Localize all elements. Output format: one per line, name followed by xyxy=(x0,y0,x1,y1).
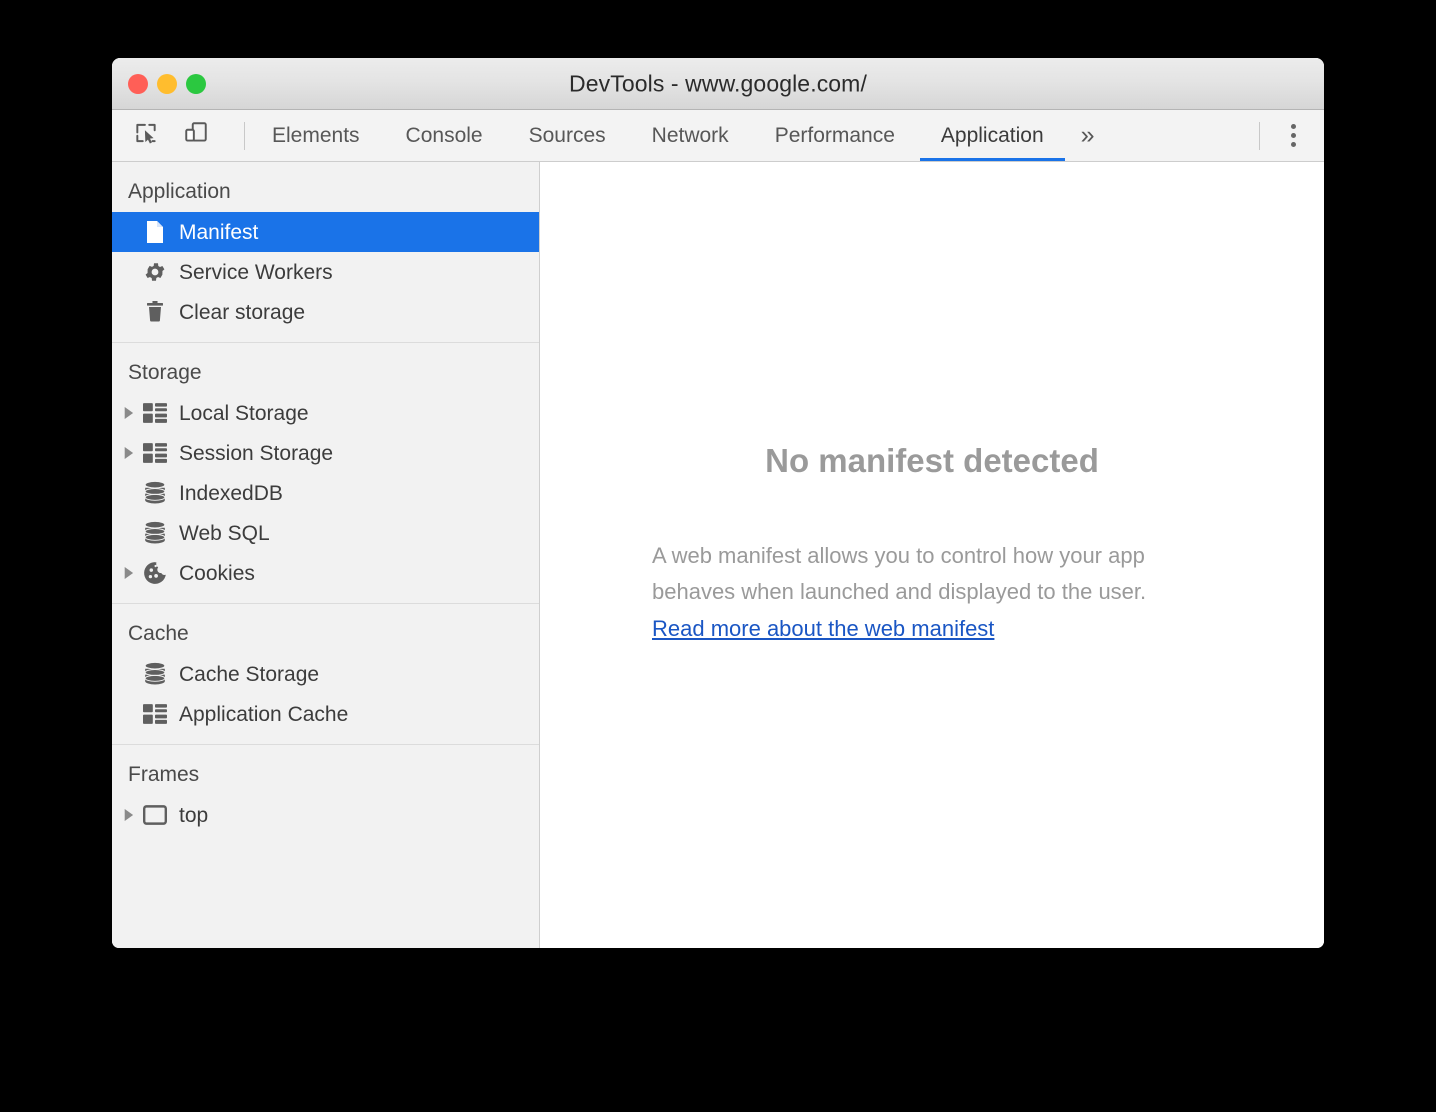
empty-state-link-wrap: Read more about the web manifest xyxy=(652,609,1212,647)
window-title: DevTools - www.google.com/ xyxy=(569,70,867,96)
database-icon xyxy=(142,480,168,506)
sidebar-item-label: Web SQL xyxy=(179,521,270,545)
toolbar-right-divider xyxy=(1259,121,1260,150)
kebab-dot-icon xyxy=(1290,124,1296,129)
more-options-button[interactable] xyxy=(1276,119,1310,153)
sidebar-item-label: top xyxy=(179,803,209,827)
document-icon xyxy=(142,219,168,245)
tab-performance[interactable]: Performance xyxy=(752,110,918,161)
sidebar-item-label: Application Cache xyxy=(179,702,349,726)
tab-elements[interactable]: Elements xyxy=(249,110,383,161)
sidebar-item-session-storage[interactable]: Session Storage xyxy=(112,433,539,473)
table-icon xyxy=(142,701,168,727)
sidebar-item-label: Cookies xyxy=(179,561,255,585)
tab-console[interactable]: Console xyxy=(383,110,506,161)
trash-icon xyxy=(142,299,168,325)
table-icon xyxy=(142,400,168,426)
application-panel: Application Manifest Service Workers Cle… xyxy=(112,162,1324,948)
tab-performance-label: Performance xyxy=(774,123,895,147)
empty-state-description: A web manifest allows you to control how… xyxy=(652,543,1147,604)
toolbar-divider xyxy=(244,121,245,150)
sidebar-item-label: Manifest xyxy=(179,220,259,244)
device-toolbar-button[interactable] xyxy=(178,119,214,153)
sidebar-section-application: Application Manifest Service Workers Cle… xyxy=(112,162,539,342)
sidebar-item-label: Service Workers xyxy=(179,260,333,284)
sidebar-item-indexeddb[interactable]: IndexedDB xyxy=(112,473,539,513)
sidebar-item-cookies[interactable]: Cookies xyxy=(112,553,539,593)
kebab-dot-icon xyxy=(1290,133,1296,138)
expand-triangle-icon[interactable] xyxy=(120,447,138,459)
application-sidebar[interactable]: Application Manifest Service Workers Cle… xyxy=(112,162,540,948)
cookie-icon xyxy=(142,560,168,586)
read-more-link[interactable]: Read more about the web manifest xyxy=(652,611,994,647)
database-icon xyxy=(142,520,168,546)
sidebar-section-title: Application xyxy=(128,180,231,203)
expand-triangle-icon[interactable] xyxy=(120,809,138,821)
device-toolbar-icon xyxy=(183,120,209,151)
sidebar-section-title: Frames xyxy=(128,763,200,786)
manifest-content-pane: No manifest detected A web manifest allo… xyxy=(540,162,1324,948)
tab-network[interactable]: Network xyxy=(629,110,752,161)
tab-elements-label: Elements xyxy=(272,123,360,147)
devtools-window: DevTools - www.google.com/ Elements Cons… xyxy=(112,58,1324,948)
table-icon xyxy=(142,440,168,466)
sidebar-item-service-workers[interactable]: Service Workers xyxy=(112,252,539,292)
inspect-element-icon xyxy=(133,120,159,151)
sidebar-item-label: Clear storage xyxy=(179,300,306,324)
empty-state: No manifest detected A web manifest allo… xyxy=(540,442,1324,647)
database-icon xyxy=(142,661,168,687)
toolbar-right-group xyxy=(1259,110,1324,161)
sidebar-section-storage: Storage Local Storage Session Storage In… xyxy=(112,342,539,603)
sidebar-section-title: Cache xyxy=(128,622,189,645)
sidebar-section-cache: Cache Cache Storage Application Cache xyxy=(112,603,539,744)
sidebar-item-cache-storage[interactable]: Cache Storage xyxy=(112,654,539,694)
toolbar-icon-group xyxy=(112,119,249,153)
expand-triangle-icon[interactable] xyxy=(120,567,138,579)
sidebar-section-frames: Frames top xyxy=(112,744,539,845)
kebab-dot-icon xyxy=(1290,142,1296,147)
sidebar-item-web-sql[interactable]: Web SQL xyxy=(112,513,539,553)
inspect-element-button[interactable] xyxy=(128,119,164,153)
sidebar-item-label: Cache Storage xyxy=(179,662,320,686)
panel-tabs: Elements Console Sources Network Perform… xyxy=(249,110,1109,161)
sidebar-item-local-storage[interactable]: Local Storage xyxy=(112,393,539,433)
chevron-double-right-icon: » xyxy=(1080,121,1095,149)
sidebar-item-label: Session Storage xyxy=(179,441,334,465)
sidebar-item-label: IndexedDB xyxy=(179,481,283,505)
tab-overflow-button[interactable]: » xyxy=(1067,110,1109,161)
tab-sources-label: Sources xyxy=(528,123,606,147)
empty-state-title: No manifest detected xyxy=(765,442,1099,479)
sidebar-item-label: Local Storage xyxy=(179,401,309,425)
tab-network-label: Network xyxy=(651,123,729,147)
devtools-toolbar: Elements Console Sources Network Perform… xyxy=(112,110,1324,162)
tab-console-label: Console xyxy=(405,123,483,147)
sidebar-item-application-cache[interactable]: Application Cache xyxy=(112,694,539,734)
sidebar-item-clear-storage[interactable]: Clear storage xyxy=(112,292,539,332)
title-bar: DevTools - www.google.com/ xyxy=(112,58,1324,110)
sidebar-section-title: Storage xyxy=(128,361,202,384)
tab-application[interactable]: Application xyxy=(918,110,1067,161)
frame-icon xyxy=(142,802,168,828)
tab-sources[interactable]: Sources xyxy=(506,110,629,161)
sidebar-item-top-frame[interactable]: top xyxy=(112,795,539,835)
sidebar-item-manifest[interactable]: Manifest xyxy=(112,212,539,252)
gear-icon xyxy=(142,259,168,285)
expand-triangle-icon[interactable] xyxy=(120,407,138,419)
tab-application-label: Application xyxy=(940,123,1044,147)
